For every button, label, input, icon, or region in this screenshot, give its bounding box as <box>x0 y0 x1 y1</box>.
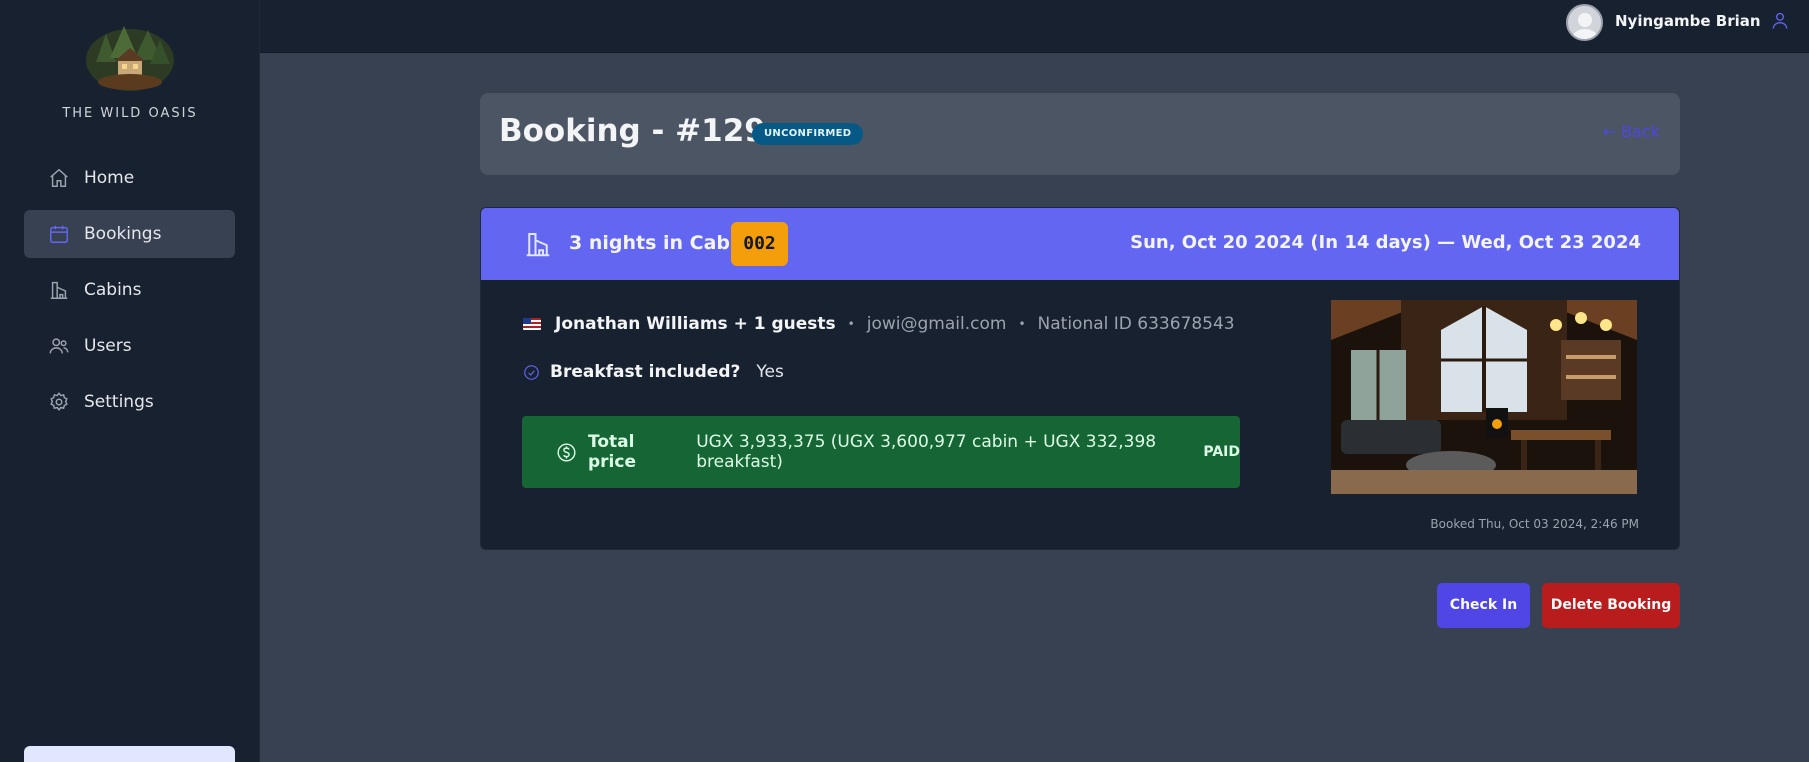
payment-status: PAID <box>1203 444 1240 460</box>
main-nav: Home Bookings Cabins Users Settings <box>24 154 235 434</box>
booking-card-header: 3 nights in Cabin 002 Sun, Oct 20 2024 (… <box>481 208 1679 280</box>
sidebar: THE WILD OASIS Home Bookings Cabins User… <box>0 0 260 762</box>
sidebar-bottom-panel <box>24 746 235 762</box>
check-in-button[interactable]: Check In <box>1437 583 1530 628</box>
cabin-icon <box>523 229 553 259</box>
cabin-photo <box>1331 300 1637 494</box>
guest-national-id: National ID 633678543 <box>1037 314 1235 334</box>
total-price-box: Total price UGX 3,933,375 (UGX 3,600,977… <box>522 416 1240 488</box>
sidebar-item-settings[interactable]: Settings <box>24 378 235 426</box>
guest-email: jowi@gmail.com <box>866 314 1007 334</box>
sidebar-item-label: Cabins <box>84 280 142 300</box>
delete-booking-button[interactable]: Delete Booking <box>1542 583 1680 628</box>
breakfast-info: Breakfast included? Yes <box>523 360 784 384</box>
dollar-icon <box>556 442 577 463</box>
status-badge: UNCONFIRMED <box>752 123 864 145</box>
sidebar-item-label: Home <box>84 168 135 188</box>
sidebar-item-bookings[interactable]: Bookings <box>24 210 235 258</box>
guest-info: Jonathan Williams + 1 guests • jowi@gmai… <box>523 312 1235 336</box>
booking-details-card: 3 nights in Cabin 002 Sun, Oct 20 2024 (… <box>480 207 1680 550</box>
booked-timestamp: Booked Thu, Oct 03 2024, 2:46 PM <box>1430 517 1639 531</box>
separator: • <box>847 317 855 331</box>
brand: THE WILD OASIS <box>0 18 260 121</box>
sidebar-item-users[interactable]: Users <box>24 322 235 370</box>
sidebar-item-home[interactable]: Home <box>24 154 235 202</box>
nights-summary: 3 nights in Cabin <box>569 232 751 254</box>
cabin-number-badge: 002 <box>731 222 788 266</box>
calendar-icon <box>50 225 68 243</box>
booking-dates: Sun, Oct 20 2024 (In 14 days) — Wed, Oct… <box>1130 232 1641 253</box>
guest-name: Jonathan Williams + 1 guests <box>555 314 836 334</box>
home-icon <box>50 168 68 187</box>
sidebar-item-label: Bookings <box>84 224 162 244</box>
total-price-value: UGX 3,933,375 (UGX 3,600,977 cabin + UGX… <box>696 432 1157 472</box>
check-circle-icon <box>523 364 540 381</box>
cabin-icon <box>50 281 68 299</box>
country-flag-icon <box>523 318 541 330</box>
booking-title-card: Booking - #129 UNCONFIRMED ← Back <box>480 93 1680 175</box>
sidebar-item-cabins[interactable]: Cabins <box>24 266 235 314</box>
page-title: Booking - #129 <box>499 113 766 149</box>
separator: • <box>1018 317 1026 331</box>
sidebar-item-label: Settings <box>84 392 154 412</box>
logo[interactable] <box>84 18 176 92</box>
total-price-label: Total price <box>588 432 636 472</box>
users-icon <box>49 338 69 354</box>
sidebar-item-label: Users <box>84 336 132 356</box>
gear-icon <box>50 392 68 411</box>
back-button[interactable]: ← Back <box>1603 122 1660 141</box>
user-name: Nyingambe Brian <box>1615 12 1761 30</box>
user-icon[interactable] <box>1770 11 1790 31</box>
avatar[interactable] <box>1566 4 1603 41</box>
breakfast-label: Breakfast included? <box>550 362 741 382</box>
breakfast-value: Yes <box>756 362 784 382</box>
app-name: THE WILD OASIS <box>62 106 198 121</box>
